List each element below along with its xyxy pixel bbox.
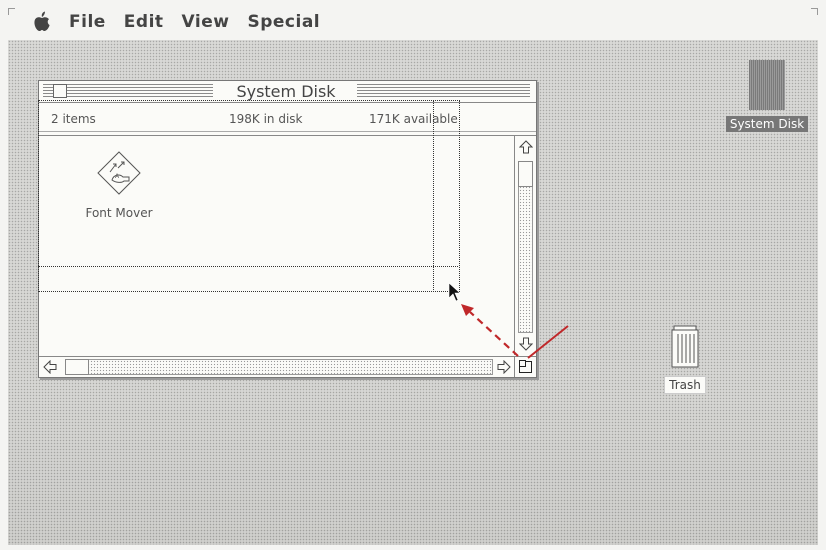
disk-icon <box>749 60 785 110</box>
menu-edit[interactable]: Edit <box>124 12 164 32</box>
size-box-inner-square-icon <box>519 360 526 367</box>
apple-icon[interactable] <box>33 11 51 33</box>
scroll-down-arrow-icon[interactable] <box>519 337 533 351</box>
font-mover-icon: A <box>97 151 141 195</box>
corner-mark-top-left <box>8 8 15 15</box>
horizontal-scrollbar[interactable] <box>39 356 515 377</box>
resize-outline-vertical-guide <box>433 100 435 290</box>
disk-usage: 198K in disk <box>229 112 303 126</box>
trash-label: Trash <box>664 376 706 394</box>
vertical-scrollbar[interactable] <box>514 136 536 355</box>
scroll-left-arrow-icon[interactable] <box>43 360 57 374</box>
menu-file[interactable]: File <box>69 12 106 32</box>
font-mover-label: Font Mover <box>85 206 153 220</box>
title-stripes-right <box>357 84 530 98</box>
menu-special[interactable]: Special <box>247 12 320 32</box>
horizontal-scroll-track[interactable] <box>65 359 493 375</box>
window-info-bar: 2 items 198K in disk 171K available <box>39 103 536 136</box>
menu-bar: File Edit View Special <box>33 8 320 36</box>
scroll-right-arrow-icon[interactable] <box>497 360 511 374</box>
horizontal-scroll-thumb[interactable] <box>65 359 89 375</box>
close-box[interactable] <box>53 84 67 98</box>
desktop-icon-trash[interactable]: Trash <box>660 325 710 394</box>
vertical-scroll-thumb[interactable] <box>518 161 533 187</box>
desktop-icon-system-disk[interactable]: System Disk <box>720 60 814 132</box>
corner-mark-top-right <box>811 8 818 15</box>
title-stripes-left <box>43 84 213 98</box>
window-title-bar[interactable]: System Disk <box>39 81 536 103</box>
window-title: System Disk <box>236 82 336 101</box>
item-count: 2 items <box>51 112 96 126</box>
disk-label: System Disk <box>725 116 809 132</box>
info-divider <box>39 131 536 132</box>
finder-window: System Disk 2 items 198K in disk 171K av… <box>38 80 537 378</box>
resize-outline-horizontal-guide <box>38 266 458 268</box>
disk-available: 171K available <box>369 112 458 126</box>
size-box[interactable] <box>514 356 536 377</box>
file-icon-font-mover[interactable]: A Font Mover <box>64 150 174 220</box>
menu-view[interactable]: View <box>182 12 230 32</box>
scroll-up-arrow-icon[interactable] <box>519 140 533 154</box>
trash-icon <box>671 325 699 368</box>
